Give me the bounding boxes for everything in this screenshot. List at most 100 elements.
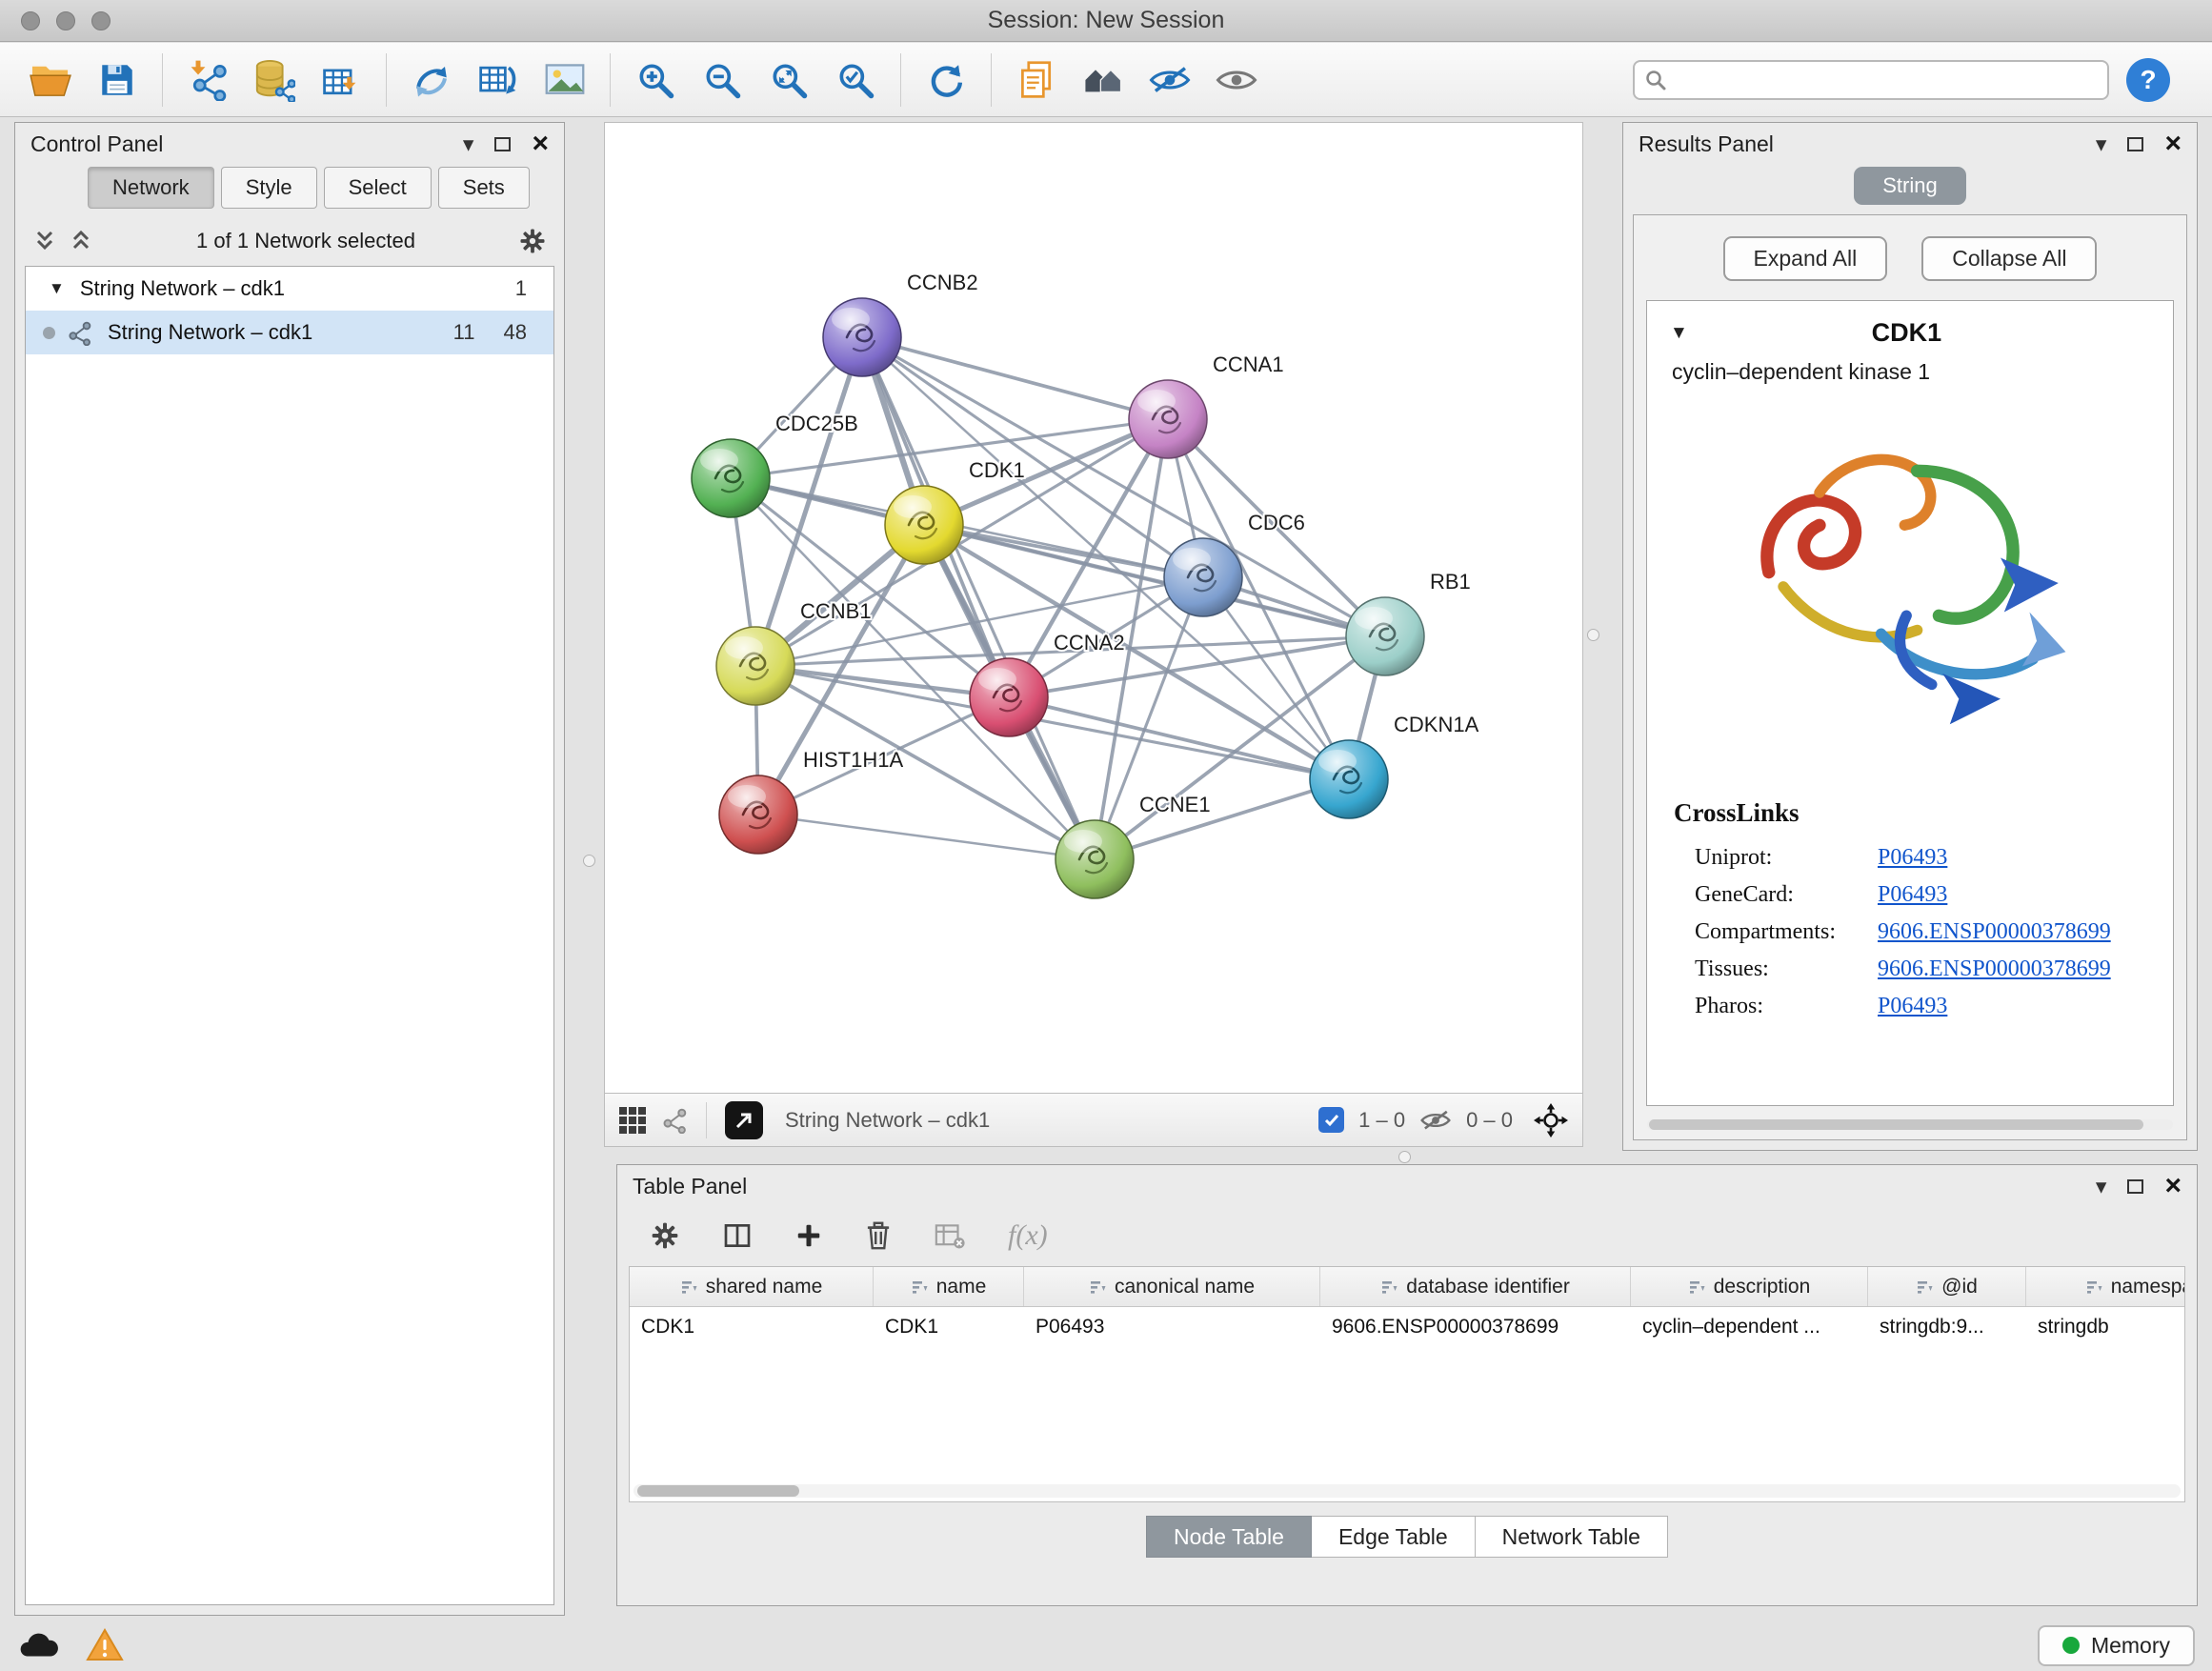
- column-header[interactable]: canonical name: [1024, 1267, 1320, 1306]
- network-node-cdc6[interactable]: [1164, 538, 1242, 616]
- column-header[interactable]: database identifier: [1320, 1267, 1631, 1306]
- selected-checkbox-icon[interactable]: [1318, 1107, 1344, 1133]
- tab-edge-table[interactable]: Edge Table: [1312, 1516, 1476, 1558]
- network-collection-row[interactable]: ▼ String Network – cdk1 1: [26, 267, 553, 311]
- network-edge[interactable]: [862, 337, 1095, 859]
- import-table-icon[interactable]: [314, 53, 368, 107]
- network-edge[interactable]: [755, 419, 1168, 666]
- network-edge[interactable]: [1095, 779, 1349, 859]
- expand-all-icon[interactable]: [69, 229, 93, 253]
- network-edge[interactable]: [758, 815, 1095, 859]
- network-node-ccna1[interactable]: [1129, 380, 1207, 458]
- new-network-icon[interactable]: [405, 53, 458, 107]
- string-results-box: Expand All Collapse All ▼ CDK1 cyclin–de…: [1633, 214, 2187, 1140]
- tab-node-table[interactable]: Node Table: [1146, 1516, 1312, 1558]
- column-header[interactable]: @id: [1868, 1267, 2026, 1306]
- tab-style[interactable]: Style: [221, 167, 317, 209]
- import-network-from-database-icon[interactable]: [248, 53, 301, 107]
- column-header[interactable]: shared name: [630, 1267, 874, 1306]
- close-panel-icon[interactable]: ×: [532, 130, 549, 158]
- show-all-eye-icon[interactable]: [1210, 53, 1263, 107]
- crosslink-value-link[interactable]: 9606.ENSP00000378699: [1878, 956, 2111, 982]
- pan-crosshair-icon[interactable]: [1533, 1102, 1569, 1138]
- import-network-icon[interactable]: [181, 53, 234, 107]
- tree-expanded-icon[interactable]: ▼: [49, 279, 65, 298]
- birdseye-grid-icon[interactable]: [618, 1106, 647, 1135]
- save-session-icon[interactable]: [90, 53, 144, 107]
- network-options-gear-icon[interactable]: [518, 227, 547, 255]
- warning-icon[interactable]: [86, 1628, 124, 1662]
- float-panel-icon[interactable]: [2127, 1179, 2143, 1194]
- search-input[interactable]: [1675, 68, 2098, 92]
- apply-layout-icon[interactable]: [919, 53, 973, 107]
- collapse-all-button[interactable]: Collapse All: [1921, 236, 2097, 281]
- network-canvas[interactable]: CCNB2CCNA1CDC25BCDK1CDC6RB1CCNB1CCNA2CDK…: [604, 122, 1583, 1094]
- column-header[interactable]: description: [1631, 1267, 1868, 1306]
- memory-button[interactable]: Memory: [2038, 1625, 2195, 1666]
- zoom-selected-icon[interactable]: [829, 53, 882, 107]
- tab-sets[interactable]: Sets: [438, 167, 530, 209]
- table-row[interactable]: CDK1CDK1P064939606.ENSP00000378699cyclin…: [630, 1307, 2185, 1347]
- network-node-rb1[interactable]: [1346, 597, 1424, 675]
- float-panel-icon[interactable]: [494, 137, 511, 151]
- open-session-icon[interactable]: [24, 53, 77, 107]
- column-header[interactable]: namespace: [2026, 1267, 2185, 1306]
- crosslink-value-link[interactable]: P06493: [1878, 845, 1947, 871]
- home-icon[interactable]: [1076, 53, 1130, 107]
- close-panel-icon[interactable]: ×: [2164, 1172, 2182, 1200]
- crosslink-value-link[interactable]: 9606.ENSP00000378699: [1878, 919, 2111, 945]
- results-horizontal-scrollbar[interactable]: [1647, 1119, 2173, 1130]
- show-columns-icon[interactable]: [722, 1220, 753, 1251]
- splitter-handle[interactable]: [1587, 629, 1599, 641]
- tab-network-table[interactable]: Network Table: [1476, 1516, 1668, 1558]
- open-in-new-window-icon[interactable]: [725, 1101, 763, 1139]
- add-column-icon[interactable]: [794, 1221, 823, 1250]
- zoom-fit-icon[interactable]: [762, 53, 815, 107]
- network-edge[interactable]: [862, 337, 1385, 636]
- hidden-eye-icon[interactable]: [1419, 1109, 1452, 1132]
- network-node-cdkn1a[interactable]: [1310, 740, 1388, 818]
- network-node-ccnb1[interactable]: [716, 627, 794, 705]
- network-overview-icon[interactable]: [661, 1107, 688, 1134]
- zoom-out-icon[interactable]: [695, 53, 749, 107]
- panel-menu-icon[interactable]: ▾: [2096, 1176, 2107, 1198]
- panel-menu-icon[interactable]: ▾: [463, 133, 474, 155]
- network-node-ccnb2[interactable]: [823, 298, 901, 376]
- column-header[interactable]: name: [874, 1267, 1024, 1306]
- network-node-ccna2[interactable]: [970, 658, 1048, 736]
- network-node-hist1h1a[interactable]: [719, 775, 797, 854]
- table-horizontal-scrollbar[interactable]: [633, 1484, 2181, 1498]
- minimize-window-button[interactable]: [56, 11, 75, 30]
- network-node-ccne1[interactable]: [1056, 820, 1134, 898]
- help-button[interactable]: ?: [2126, 58, 2170, 102]
- crosslink-row: GeneCard:P06493: [1647, 876, 2173, 914]
- network-row[interactable]: String Network – cdk1 11 48: [26, 311, 553, 354]
- network-node-cdc25b[interactable]: [692, 439, 770, 517]
- annotation-copy-icon[interactable]: [1010, 53, 1063, 107]
- float-panel-icon[interactable]: [2127, 137, 2143, 151]
- export-image-icon[interactable]: [538, 53, 592, 107]
- expand-all-button[interactable]: Expand All: [1723, 236, 1888, 281]
- close-window-button[interactable]: [21, 11, 40, 30]
- new-table-from-network-icon[interactable]: [472, 53, 525, 107]
- zoom-in-icon[interactable]: [629, 53, 682, 107]
- panel-menu-icon[interactable]: ▾: [2096, 133, 2107, 155]
- search-box[interactable]: [1633, 60, 2109, 100]
- network-node-cdk1[interactable]: [885, 486, 963, 564]
- splitter-handle[interactable]: [583, 855, 595, 867]
- cloud-status-icon[interactable]: [17, 1629, 61, 1661]
- collapse-all-icon[interactable]: [32, 229, 57, 253]
- table-options-gear-icon[interactable]: [650, 1220, 680, 1251]
- delete-column-icon[interactable]: [865, 1220, 892, 1251]
- splitter-handle[interactable]: [1398, 1151, 1411, 1163]
- crosslink-value-link[interactable]: P06493: [1878, 882, 1947, 908]
- hide-selected-eye-icon[interactable]: [1143, 53, 1196, 107]
- tab-select[interactable]: Select: [324, 167, 432, 209]
- tab-string[interactable]: String: [1854, 167, 1965, 205]
- tab-network[interactable]: Network: [88, 167, 214, 209]
- close-panel-icon[interactable]: ×: [2164, 130, 2182, 158]
- collapse-section-icon[interactable]: ▼: [1670, 323, 1688, 344]
- sort-icon: [1916, 1278, 1933, 1296]
- crosslink-value-link[interactable]: P06493: [1878, 994, 1947, 1019]
- zoom-window-button[interactable]: [91, 11, 111, 30]
